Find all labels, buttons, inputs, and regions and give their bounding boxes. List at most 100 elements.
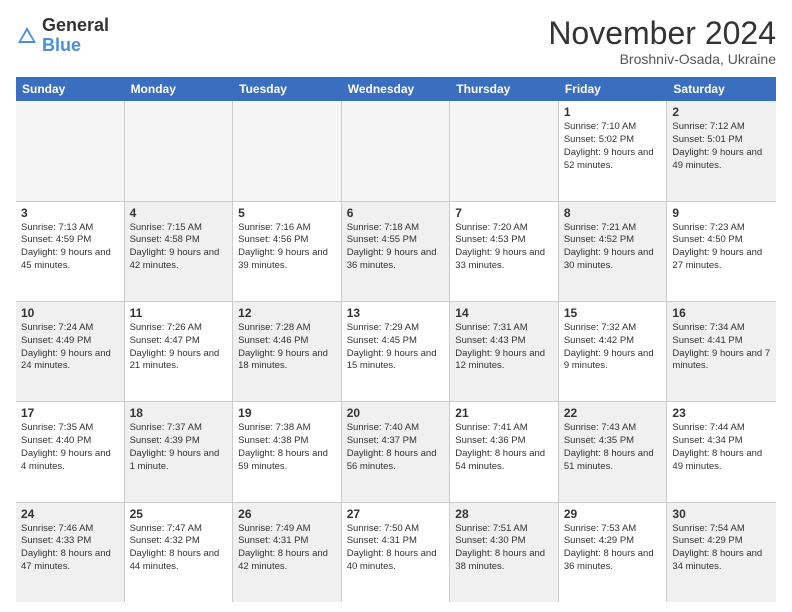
logo: General Blue bbox=[16, 16, 109, 56]
cal-cell-3: 3Sunrise: 7:13 AM Sunset: 4:59 PM Daylig… bbox=[16, 202, 125, 301]
day-number: 29 bbox=[564, 507, 662, 521]
day-number: 22 bbox=[564, 406, 662, 420]
cal-cell-empty-0-2 bbox=[233, 101, 342, 200]
day-info: Sunrise: 7:50 AM Sunset: 4:31 PM Dayligh… bbox=[347, 523, 445, 574]
day-number: 19 bbox=[238, 406, 336, 420]
header: General Blue November 2024 Broshniv-Osad… bbox=[16, 16, 776, 67]
cal-cell-8: 8Sunrise: 7:21 AM Sunset: 4:52 PM Daylig… bbox=[559, 202, 668, 301]
day-number: 11 bbox=[130, 306, 228, 320]
title-block: November 2024 Broshniv-Osada, Ukraine bbox=[548, 16, 776, 67]
cal-cell-13: 13 Sunrise: 7:29 AM Sunset: 4:45 PM Dayli… bbox=[342, 302, 451, 401]
day-number: 18 bbox=[130, 406, 228, 420]
day-info: Sunrise: 7:49 AM Sunset: 4:31 PM Dayligh… bbox=[238, 523, 336, 574]
cal-cell-16: 16 Sunrise: 7:34 AM Sunset: 4:41 PM Dayli… bbox=[667, 302, 776, 401]
cal-cell-24: 24 Sunrise: 7:46 AM Sunset: 4:33 PM Dayli… bbox=[16, 503, 125, 602]
cal-cell-5: 5 Sunrise: 7:16 AM Sunset: 4:56 PM Daylig… bbox=[233, 202, 342, 301]
cal-cell-28: 28 Sunrise: 7:51 AM Sunset: 4:30 PM Dayli… bbox=[450, 503, 559, 602]
day-number: 26 bbox=[238, 507, 336, 521]
cal-cell-2: 2Sunrise: 7:12 AM Sunset: 5:01 PM Daylig… bbox=[667, 101, 776, 200]
page: General Blue November 2024 Broshniv-Osad… bbox=[0, 0, 792, 612]
day-info: Sunrise: 7:28 AM Sunset: 4:46 PM Dayligh… bbox=[238, 322, 336, 373]
calendar-row-4: 24 Sunrise: 7:46 AM Sunset: 4:33 PM Dayli… bbox=[16, 503, 776, 602]
day-info: Sunrise: 7:13 AM Sunset: 4:59 PM Dayligh… bbox=[21, 222, 119, 273]
day-info: Sunrise: 7:53 AM Sunset: 4:29 PM Dayligh… bbox=[564, 523, 662, 574]
logo-blue: Blue bbox=[42, 35, 81, 55]
day-info: Sunrise: 7:20 AM Sunset: 4:53 PM Dayligh… bbox=[455, 222, 553, 273]
cal-cell-19: 19 Sunrise: 7:38 AM Sunset: 4:38 PM Dayli… bbox=[233, 402, 342, 501]
cal-cell-29: 29 Sunrise: 7:53 AM Sunset: 4:29 PM Dayli… bbox=[559, 503, 668, 602]
day-info: Sunrise: 7:35 AM Sunset: 4:40 PM Dayligh… bbox=[21, 422, 119, 473]
header-day-thursday: Thursday bbox=[450, 77, 559, 101]
header-day-sunday: Sunday bbox=[16, 77, 125, 101]
day-info: Sunrise: 7:12 AM Sunset: 5:01 PM Dayligh… bbox=[672, 121, 771, 172]
day-number: 13 bbox=[347, 306, 445, 320]
cal-cell-7: 7 Sunrise: 7:20 AM Sunset: 4:53 PM Daylig… bbox=[450, 202, 559, 301]
day-info: Sunrise: 7:16 AM Sunset: 4:56 PM Dayligh… bbox=[238, 222, 336, 273]
day-number: 10 bbox=[21, 306, 119, 320]
logo-text: General Blue bbox=[42, 16, 109, 56]
day-number: 24 bbox=[21, 507, 119, 521]
day-info: Sunrise: 7:51 AM Sunset: 4:30 PM Dayligh… bbox=[455, 523, 553, 574]
day-info: Sunrise: 7:29 AM Sunset: 4:45 PM Dayligh… bbox=[347, 322, 445, 373]
header-day-saturday: Saturday bbox=[667, 77, 776, 101]
calendar-row-0: 1 Sunrise: 7:10 AM Sunset: 5:02 PM Daylig… bbox=[16, 101, 776, 201]
day-info: Sunrise: 7:43 AM Sunset: 4:35 PM Dayligh… bbox=[564, 422, 662, 473]
cal-cell-15: 15Sunrise: 7:32 AM Sunset: 4:42 PM Dayli… bbox=[559, 302, 668, 401]
day-info: Sunrise: 7:31 AM Sunset: 4:43 PM Dayligh… bbox=[455, 322, 553, 373]
cal-cell-14: 14 Sunrise: 7:31 AM Sunset: 4:43 PM Dayli… bbox=[450, 302, 559, 401]
cal-cell-11: 11 Sunrise: 7:26 AM Sunset: 4:47 PM Dayli… bbox=[125, 302, 234, 401]
day-info: Sunrise: 7:10 AM Sunset: 5:02 PM Dayligh… bbox=[564, 121, 662, 172]
day-number: 14 bbox=[455, 306, 553, 320]
day-number: 28 bbox=[455, 507, 553, 521]
day-number: 6 bbox=[347, 206, 445, 220]
day-info: Sunrise: 7:32 AM Sunset: 4:42 PM Dayligh… bbox=[564, 322, 662, 373]
cal-cell-empty-0-0 bbox=[16, 101, 125, 200]
calendar-header: SundayMondayTuesdayWednesdayThursdayFrid… bbox=[16, 77, 776, 101]
month-title: November 2024 bbox=[548, 16, 776, 51]
calendar-body: 1 Sunrise: 7:10 AM Sunset: 5:02 PM Daylig… bbox=[16, 101, 776, 602]
logo-icon bbox=[16, 25, 38, 47]
day-info: Sunrise: 7:40 AM Sunset: 4:37 PM Dayligh… bbox=[347, 422, 445, 473]
day-number: 4 bbox=[130, 206, 228, 220]
cal-cell-empty-0-1 bbox=[125, 101, 234, 200]
calendar-row-2: 10 Sunrise: 7:24 AM Sunset: 4:49 PM Dayli… bbox=[16, 302, 776, 402]
cal-cell-6: 6Sunrise: 7:18 AM Sunset: 4:55 PM Daylig… bbox=[342, 202, 451, 301]
day-number: 1 bbox=[564, 105, 662, 119]
day-info: Sunrise: 7:34 AM Sunset: 4:41 PM Dayligh… bbox=[672, 322, 771, 373]
cal-cell-empty-0-3 bbox=[342, 101, 451, 200]
calendar-row-1: 3Sunrise: 7:13 AM Sunset: 4:59 PM Daylig… bbox=[16, 202, 776, 302]
cal-cell-4: 4 Sunrise: 7:15 AM Sunset: 4:58 PM Daylig… bbox=[125, 202, 234, 301]
cal-cell-30: 30 Sunrise: 7:54 AM Sunset: 4:29 PM Dayli… bbox=[667, 503, 776, 602]
cal-cell-18: 18Sunrise: 7:37 AM Sunset: 4:39 PM Dayli… bbox=[125, 402, 234, 501]
day-number: 17 bbox=[21, 406, 119, 420]
day-info: Sunrise: 7:21 AM Sunset: 4:52 PM Dayligh… bbox=[564, 222, 662, 273]
header-day-tuesday: Tuesday bbox=[233, 77, 342, 101]
day-info: Sunrise: 7:26 AM Sunset: 4:47 PM Dayligh… bbox=[130, 322, 228, 373]
day-number: 5 bbox=[238, 206, 336, 220]
cal-cell-25: 25Sunrise: 7:47 AM Sunset: 4:32 PM Dayli… bbox=[125, 503, 234, 602]
logo-general: General bbox=[42, 15, 109, 35]
cal-cell-27: 27Sunrise: 7:50 AM Sunset: 4:31 PM Dayli… bbox=[342, 503, 451, 602]
calendar-row-3: 17 Sunrise: 7:35 AM Sunset: 4:40 PM Dayli… bbox=[16, 402, 776, 502]
day-number: 21 bbox=[455, 406, 553, 420]
day-number: 16 bbox=[672, 306, 771, 320]
cal-cell-20: 20Sunrise: 7:40 AM Sunset: 4:37 PM Dayli… bbox=[342, 402, 451, 501]
day-number: 7 bbox=[455, 206, 553, 220]
day-info: Sunrise: 7:46 AM Sunset: 4:33 PM Dayligh… bbox=[21, 523, 119, 574]
cal-cell-17: 17 Sunrise: 7:35 AM Sunset: 4:40 PM Dayli… bbox=[16, 402, 125, 501]
cal-cell-26: 26 Sunrise: 7:49 AM Sunset: 4:31 PM Dayli… bbox=[233, 503, 342, 602]
calendar: SundayMondayTuesdayWednesdayThursdayFrid… bbox=[16, 77, 776, 602]
day-number: 9 bbox=[672, 206, 771, 220]
day-number: 30 bbox=[672, 507, 771, 521]
cal-cell-23: 23Sunrise: 7:44 AM Sunset: 4:34 PM Dayli… bbox=[667, 402, 776, 501]
cal-cell-9: 9Sunrise: 7:23 AM Sunset: 4:50 PM Daylig… bbox=[667, 202, 776, 301]
day-info: Sunrise: 7:41 AM Sunset: 4:36 PM Dayligh… bbox=[455, 422, 553, 473]
header-day-friday: Friday bbox=[559, 77, 668, 101]
day-info: Sunrise: 7:54 AM Sunset: 4:29 PM Dayligh… bbox=[672, 523, 771, 574]
cal-cell-22: 22 Sunrise: 7:43 AM Sunset: 4:35 PM Dayli… bbox=[559, 402, 668, 501]
day-number: 12 bbox=[238, 306, 336, 320]
day-info: Sunrise: 7:15 AM Sunset: 4:58 PM Dayligh… bbox=[130, 222, 228, 273]
day-info: Sunrise: 7:24 AM Sunset: 4:49 PM Dayligh… bbox=[21, 322, 119, 373]
cal-cell-12: 12 Sunrise: 7:28 AM Sunset: 4:46 PM Dayli… bbox=[233, 302, 342, 401]
day-info: Sunrise: 7:38 AM Sunset: 4:38 PM Dayligh… bbox=[238, 422, 336, 473]
